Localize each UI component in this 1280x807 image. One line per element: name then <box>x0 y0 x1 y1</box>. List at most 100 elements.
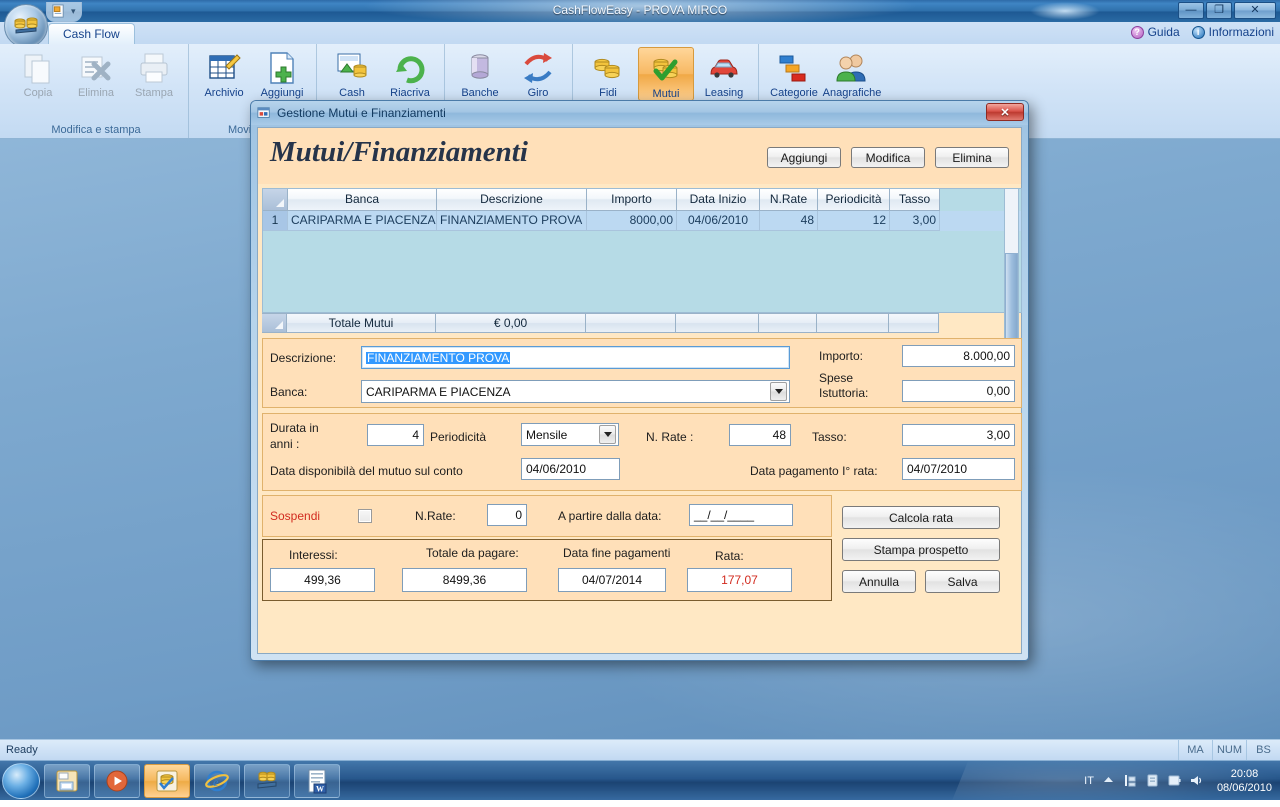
dialog-header-buttons: Aggiungi Modifica Elimina <box>767 147 1009 168</box>
show-hidden-icon[interactable] <box>1101 773 1116 788</box>
taskbar-clock[interactable]: 20:08 08/06/2010 <box>1211 767 1272 795</box>
grid-cell-n-rate: 48 <box>760 211 818 231</box>
stampa-prospetto-button[interactable]: Stampa prospetto <box>842 538 1000 561</box>
chevron-down-icon[interactable] <box>770 382 787 401</box>
mutui-grid[interactable]: Banca Descrizione Importo Data Inizio N.… <box>262 188 1022 313</box>
grid-header-banca[interactable]: Banca <box>288 189 437 211</box>
ribbon-item-categorie[interactable]: Categorie <box>766 47 822 99</box>
grid-header-data-inizio[interactable]: Data Inizio <box>677 189 760 211</box>
ribbon-item-copia[interactable]: Copia <box>10 47 66 99</box>
ribbon-item-riacriva[interactable]: Riacriva <box>382 47 438 99</box>
taskbar-button-explorer[interactable] <box>44 764 90 798</box>
quick-access-toolbar[interactable]: ▾ <box>46 2 82 22</box>
sospendi-checkbox[interactable] <box>358 509 372 523</box>
ribbon-item-leasing[interactable]: Leasing <box>696 47 752 99</box>
grid-header-periodicita[interactable]: Periodicità <box>818 189 890 211</box>
descrizione-input[interactable]: FINANZIAMENTO PROVA <box>361 346 790 369</box>
ribbon-item-giro[interactable]: Giro <box>510 47 566 99</box>
spese-istruttoria-input[interactable]: 0,00 <box>902 380 1015 402</box>
dialog-title-bar[interactable]: Gestione Mutui e Finanziamenti ✕ <box>251 101 1028 125</box>
ribbon-group-title-modifica: Modifica e stampa <box>51 124 140 138</box>
ribbon-label-stampa: Stampa <box>135 87 173 99</box>
grid-header-n-rate[interactable]: N.Rate <box>760 189 818 211</box>
modifica-button[interactable]: Modifica <box>851 147 925 168</box>
ribbon-group-modifica-e-stampa: Copia Elimina <box>4 44 189 138</box>
banca-label: Banca: <box>270 385 307 399</box>
ribbon-item-stampa[interactable]: Stampa <box>126 47 182 99</box>
grid-cell-index: 1 <box>263 211 288 231</box>
sospendi-nrate-input[interactable]: 0 <box>487 504 527 526</box>
descrizione-label: Descrizione: <box>270 351 336 365</box>
table-row[interactable]: 1 CARIPARMA E PIACENZA FINANZIAMENTO PRO… <box>263 211 1021 231</box>
maximize-button[interactable]: ❐ <box>1206 2 1232 19</box>
informazioni-link[interactable]: i Informazioni <box>1192 25 1274 39</box>
banca-combobox[interactable]: CARIPARMA E PIACENZA <box>361 380 790 403</box>
system-tray: IT 20:08 08/06/2010 <box>1084 767 1280 795</box>
media-player-icon <box>105 769 129 793</box>
grid-header-corner[interactable] <box>263 189 288 211</box>
taskbar-button-internet-explorer[interactable]: e <box>194 764 240 798</box>
aggiungi-button[interactable]: Aggiungi <box>767 147 841 168</box>
form-panel-sospendi: Sospendi N.Rate: 0 A partire dalla data:… <box>262 495 832 537</box>
ribbon-label-mutui: Mutui <box>653 88 680 100</box>
chevron-down-icon-periodicita[interactable] <box>599 425 616 444</box>
importo-input[interactable]: 8.000,00 <box>902 345 1015 367</box>
battery-icon[interactable] <box>1167 773 1182 788</box>
ribbon-item-cash[interactable]: Cash <box>324 47 380 99</box>
windows-start-icon[interactable] <box>2 763 40 799</box>
document-icon[interactable] <box>51 4 66 19</box>
data-fine-pagamenti-input[interactable]: 04/07/2014 <box>558 568 666 592</box>
tab-cash-flow[interactable]: Cash Flow <box>48 23 135 44</box>
ribbon-tabs: Cash Flow <box>48 22 135 44</box>
grid-header-tasso[interactable]: Tasso <box>890 189 940 211</box>
ribbon-item-mutui[interactable]: Mutui <box>638 47 694 101</box>
nrate-value: 48 <box>773 429 786 441</box>
ribbon-label-leasing: Leasing <box>705 87 744 99</box>
rata-input[interactable]: 177,07 <box>687 568 792 592</box>
a-partire-dalla-data-input[interactable]: __/__/____ <box>689 504 793 526</box>
periodicita-value: Mensile <box>526 428 567 442</box>
ribbon-item-elimina[interactable]: Elimina <box>68 47 124 99</box>
taskbar-button-media-player[interactable] <box>94 764 140 798</box>
grid-header-descrizione[interactable]: Descrizione <box>437 189 587 211</box>
application-menu-orb[interactable] <box>4 4 48 48</box>
ribbon-item-archivio[interactable]: Archivio <box>196 47 252 99</box>
elimina-button[interactable]: Elimina <box>935 147 1009 168</box>
form-panel-condizioni: Durata in anni : 4 Periodicità Mensile N… <box>262 413 1022 491</box>
annulla-button[interactable]: Annulla <box>842 570 916 593</box>
grid-footer-row: Totale Mutui € 0,00 <box>262 313 1022 333</box>
taskbar-button-cashflow[interactable] <box>144 764 190 798</box>
word-icon: W <box>305 768 329 794</box>
guida-link[interactable]: ? Guida <box>1131 25 1180 39</box>
totale-da-pagare-input[interactable]: 8499,36 <box>402 568 527 592</box>
ribbon-item-aggiungi[interactable]: Aggiungi <box>254 47 310 99</box>
periodicita-combobox[interactable]: Mensile <box>521 423 619 446</box>
data-disponibilita-input[interactable]: 04/06/2010 <box>521 458 620 480</box>
qat-caret-icon[interactable]: ▾ <box>71 6 76 17</box>
grid-header-importo[interactable]: Importo <box>587 189 677 211</box>
grid-footer-cell-4 <box>586 313 676 333</box>
dialog-close-button[interactable]: ✕ <box>986 103 1024 121</box>
close-button[interactable]: ✕ <box>1234 2 1276 19</box>
delete-icon <box>78 50 114 86</box>
cash-icon <box>334 50 370 86</box>
data-pagamento-input[interactable]: 04/07/2010 <box>902 458 1015 480</box>
tasso-input[interactable]: 3,00 <box>902 424 1015 446</box>
ribbon-item-banche[interactable]: Banche <box>452 47 508 99</box>
totale-da-pagare-value: 8499,36 <box>443 574 486 586</box>
action-center-icon[interactable] <box>1145 773 1160 788</box>
ribbon-item-fidi[interactable]: Fidi <box>580 47 636 99</box>
durata-anni-input[interactable]: 4 <box>367 424 424 446</box>
taskbar-button-word[interactable]: W <box>294 764 340 798</box>
network-icon[interactable] <box>1123 773 1138 788</box>
tray-language-indicator[interactable]: IT <box>1084 775 1094 787</box>
interessi-input[interactable]: 499,36 <box>270 568 375 592</box>
ribbon-item-anagrafiche[interactable]: Anagrafiche <box>824 47 880 99</box>
nrate-input[interactable]: 48 <box>729 424 791 446</box>
taskbar-button-coins-app[interactable] <box>244 764 290 798</box>
minimize-button[interactable]: — <box>1178 2 1204 19</box>
salva-button[interactable]: Salva <box>925 570 1000 593</box>
calcola-rata-button[interactable]: Calcola rata <box>842 506 1000 529</box>
grid-vertical-scrollbar[interactable] <box>1004 188 1019 353</box>
volume-icon[interactable] <box>1189 773 1204 788</box>
